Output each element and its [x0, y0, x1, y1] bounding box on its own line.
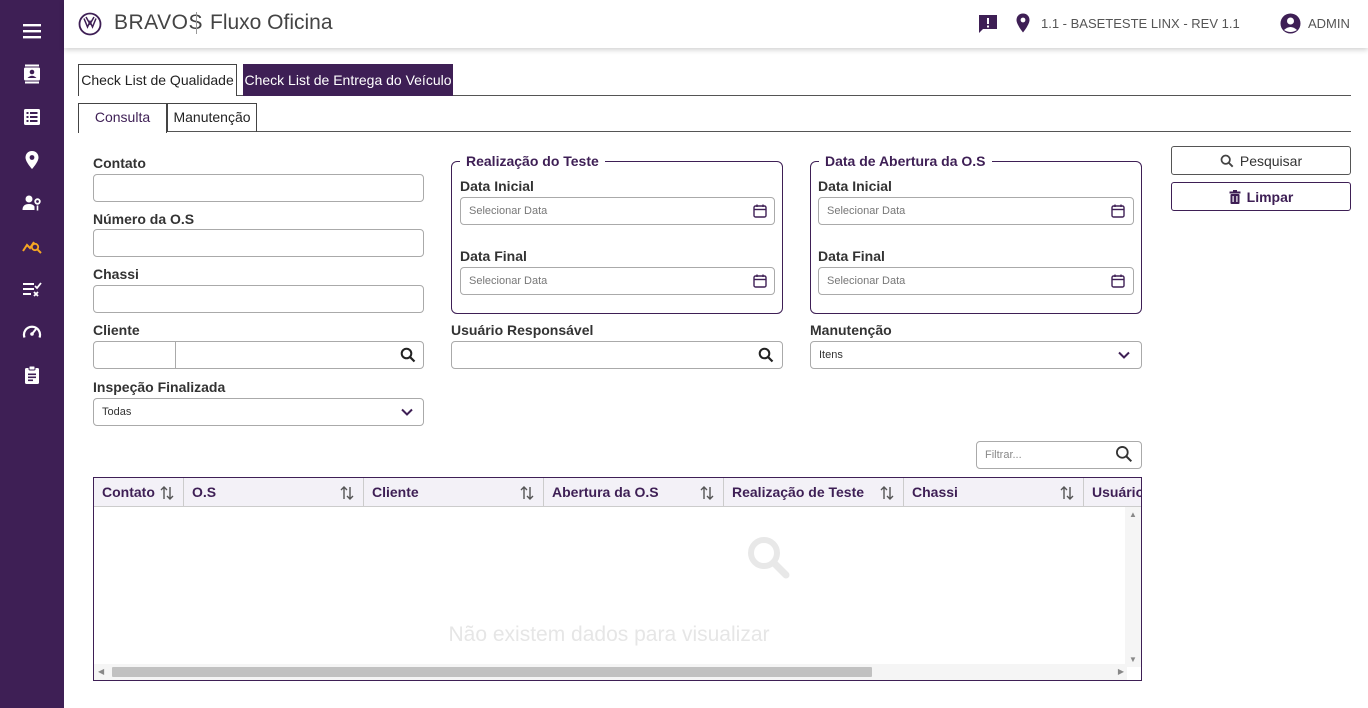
column-label: Usuário [1092, 484, 1142, 500]
abertura-data-final-label: Data Final [818, 248, 885, 264]
column-label: Contato [102, 484, 155, 500]
abertura-data-inicial-input[interactable]: Selecionar Data [818, 197, 1134, 225]
numero-os-label: Número da O.S [93, 211, 195, 227]
sort-icon[interactable] [160, 485, 174, 501]
cliente-search-icon[interactable] [400, 347, 416, 363]
abertura-data-inicial-label: Data Inicial [818, 178, 892, 194]
sort-icon[interactable] [520, 485, 534, 501]
chassi-label: Chassi [93, 266, 139, 282]
usuario-responsavel-label: Usuário Responsável [451, 322, 594, 338]
realizacao-data-final-input[interactable]: Selecionar Data [460, 267, 775, 295]
cliente-code-input[interactable] [93, 341, 176, 369]
clipboard-icon[interactable] [20, 363, 44, 387]
chassi-input[interactable] [93, 285, 424, 313]
filter-search-icon[interactable] [1115, 445, 1133, 463]
column-header-cliente[interactable]: Cliente [364, 478, 544, 507]
grid-header: Contato O.S Cliente Abertura da O.S Real… [94, 478, 1142, 507]
column-label: Cliente [372, 484, 419, 500]
tab-check-list-qualidade[interactable]: Check List de Qualidade [78, 64, 237, 96]
column-label: Chassi [912, 484, 958, 500]
calendar-icon[interactable] [1110, 273, 1126, 289]
inspecao-label: Inspeção Finalizada [93, 379, 226, 395]
brand-divider [196, 12, 197, 34]
column-header-contato[interactable]: Contato [94, 478, 184, 507]
brand-name: BRAVOS [114, 11, 203, 34]
realizacao-data-final-label: Data Final [460, 248, 527, 264]
module-title: Fluxo Oficina [210, 11, 333, 34]
search-icon [1220, 154, 1234, 167]
checklist-icon[interactable] [20, 277, 44, 301]
column-header-chassi[interactable]: Chassi [904, 478, 1084, 507]
usuario-search-icon[interactable] [758, 347, 774, 363]
column-header-realizacao-teste[interactable]: Realização de Teste [724, 478, 904, 507]
manutencao-label: Manutenção [810, 322, 892, 338]
menu-icon[interactable] [20, 19, 44, 43]
feedback-icon[interactable] [977, 13, 999, 35]
vw-logo-icon [78, 12, 102, 36]
numero-os-input[interactable] [93, 229, 424, 257]
inspecao-select[interactable]: Todas [93, 398, 424, 426]
calendar-icon[interactable] [752, 203, 768, 219]
analytics-search-icon[interactable] [20, 234, 44, 258]
tab-consulta[interactable]: Consulta [78, 103, 167, 133]
contato-input[interactable] [93, 174, 424, 202]
column-label: Abertura da O.S [552, 484, 659, 500]
results-grid: Contato O.S Cliente Abertura da O.S Real… [93, 477, 1142, 681]
scroll-up-arrow-icon[interactable]: ▲ [1129, 510, 1137, 519]
branch-label[interactable]: 1.1 - BASETESTE LINX - REV 1.1 [1041, 16, 1240, 31]
user-settings-icon[interactable] [20, 191, 44, 215]
column-header-usuario[interactable]: Usuário [1084, 478, 1142, 507]
user-avatar-icon[interactable] [1280, 13, 1301, 34]
cliente-label: Cliente [93, 322, 140, 338]
sidebar [0, 0, 64, 708]
inspecao-chevron-down-icon[interactable] [400, 405, 414, 419]
realizacao-teste-legend: Realização do Teste [466, 153, 599, 169]
calendar-icon[interactable] [752, 273, 768, 289]
scroll-right-arrow-icon[interactable]: ▶ [1118, 667, 1124, 676]
sort-icon[interactable] [340, 485, 354, 501]
sort-icon[interactable] [700, 485, 714, 501]
abertura-os-legend: Data de Abertura da O.S [825, 153, 986, 169]
location-pin-icon[interactable] [20, 148, 44, 172]
abertura-data-final-input[interactable]: Selecionar Data [818, 267, 1134, 295]
trash-icon [1229, 189, 1241, 204]
list-icon[interactable] [20, 105, 44, 129]
speedometer-icon[interactable] [20, 320, 44, 344]
sort-icon[interactable] [1060, 485, 1074, 501]
realizacao-data-inicial-label: Data Inicial [460, 178, 534, 194]
empty-search-icon [748, 537, 790, 579]
limpar-button[interactable]: Limpar [1171, 182, 1351, 211]
cliente-name-input[interactable] [175, 341, 424, 369]
realizacao-data-inicial-input[interactable]: Selecionar Data [460, 197, 775, 225]
horizontal-scrollbar-thumb[interactable] [112, 667, 872, 677]
branch-location-icon[interactable] [1014, 13, 1032, 33]
scroll-down-arrow-icon[interactable]: ▼ [1129, 655, 1137, 664]
contato-label: Contato [93, 155, 146, 171]
horizontal-scrollbar[interactable]: ◀ ▶ [94, 664, 1127, 680]
vertical-scrollbar[interactable]: ▲ ▼ [1125, 507, 1141, 667]
pesquisar-button[interactable]: Pesquisar [1171, 146, 1351, 175]
pesquisar-label: Pesquisar [1239, 152, 1303, 169]
manutencao-chevron-down-icon[interactable] [1117, 348, 1131, 362]
column-label: Realização de Teste [732, 484, 865, 500]
tab-check-list-entrega[interactable]: Check List de Entrega do Veículo [243, 64, 453, 96]
column-label: O.S [192, 484, 217, 500]
sort-icon[interactable] [880, 485, 894, 501]
user-name[interactable]: ADMIN [1308, 16, 1350, 31]
main-tabs: Check List de Qualidade Check List de En… [78, 64, 1351, 96]
empty-message: Não existem dados para visualizar [448, 623, 770, 646]
calendar-icon[interactable] [1110, 203, 1126, 219]
sub-tabs: Consulta Manutenção [78, 103, 1351, 133]
manutencao-select[interactable]: Itens [810, 341, 1142, 369]
column-header-os[interactable]: O.S [184, 478, 364, 507]
tab-manutencao[interactable]: Manutenção [167, 103, 257, 132]
contact-card-icon[interactable] [20, 62, 44, 86]
scroll-left-arrow-icon[interactable]: ◀ [98, 667, 104, 676]
column-header-abertura-os[interactable]: Abertura da O.S [544, 478, 724, 507]
limpar-label: Limpar [1246, 188, 1294, 205]
usuario-responsavel-input[interactable] [451, 341, 783, 369]
top-bar: BRAVOS Fluxo Oficina 1.1 - BASETESTE LIN… [64, 0, 1368, 48]
